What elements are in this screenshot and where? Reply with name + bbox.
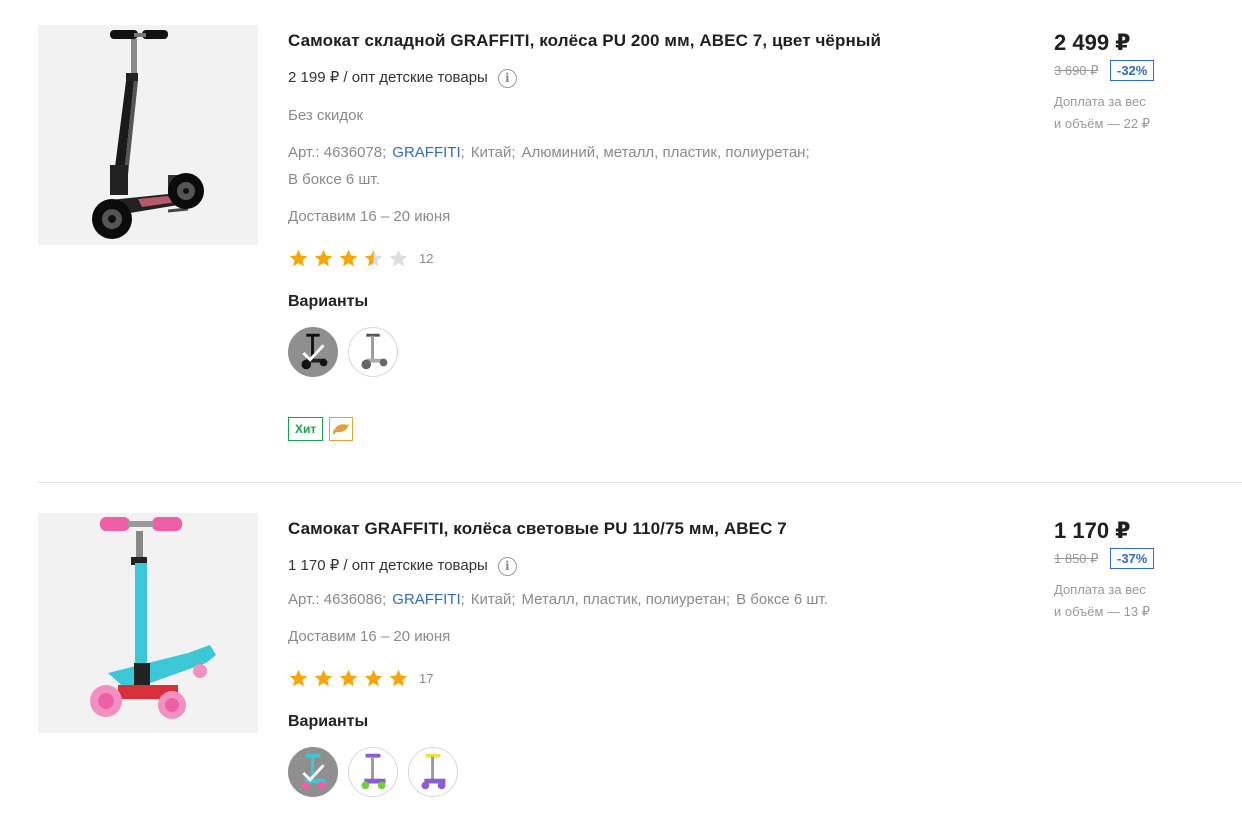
delivery-dates: Доставим 16 – 20 июня [288,208,451,225]
wholesale-price-row: 1 170 ₽ / опт детские товары i [288,556,988,576]
rating[interactable]: 17 [288,668,988,689]
discount-badge: -37% [1110,548,1155,569]
article-number: Арт.: 4636078; [288,144,387,161]
rating-count[interactable]: 12 [419,251,433,266]
old-price-row: 3 690 ₽ -32% [1054,60,1224,81]
star-icon [314,249,333,267]
country: Китай; [470,591,516,608]
brand-separator: ; [460,591,465,608]
material: Алюминий, металл, пластик, полиуретан; [521,144,810,161]
price-block: 1 170 ₽ 1 850 ₽ -37% Доплата за вес и об… [1054,518,1224,623]
surcharge-note: Доплата за вес и объём — 13 ₽ [1054,579,1174,623]
country: Китай; [470,144,516,161]
badges: Хит [288,417,988,441]
product-image[interactable] [38,513,258,733]
info-circle-icon[interactable]: i [497,68,517,88]
star-icon [389,249,408,267]
surcharge-line-1: Доплата за вес [1054,94,1146,109]
info-circle-icon[interactable]: i [497,556,517,576]
price-block: 2 499 ₽ 3 690 ₽ -32% Доплата за вес и об… [1054,30,1224,135]
wholesale-price-row: 2 199 ₽ / опт детские товары i [288,68,988,88]
brand-link[interactable]: GRAFFITI [392,144,460,161]
star-icon [339,669,358,687]
box-quantity: В боксе 6 шт. [288,171,380,188]
wholesale-price: 1 170 ₽ / опт детские товары [288,557,488,574]
variants-label: Варианты [288,713,369,730]
price: 1 170 ₽ [1054,518,1131,543]
variants-list [288,327,988,377]
brand-separator: ; [460,144,465,161]
product-title[interactable]: Самокат GRAFFITI, колёса световые PU 110… [288,518,988,540]
badge-hit: Хит [288,417,324,441]
variant-silver[interactable] [348,327,398,377]
article-number: Арт.: 4636086; [288,591,387,608]
price: 2 499 ₽ [1054,30,1131,55]
discount-badge: -32% [1110,60,1155,81]
star-icon [389,669,408,687]
product-info: Самокат складной GRAFFITI, колёса PU 200… [288,30,988,441]
old-price: 1 850 ₽ [1054,550,1099,566]
star-icon [364,669,383,687]
variant-blue-selected[interactable] [288,747,338,797]
variants-label: Варианты [288,293,369,310]
old-price: 3 690 ₽ [1054,62,1099,78]
discount-note: Без скидок [288,107,363,124]
star-icon [314,669,333,687]
star-icon [289,669,308,687]
product-meta: Арт.: 4636078; GRAFFITI; Китай; Алюминий, м… [288,139,988,193]
wholesale-price: 2 199 ₽ / опт детские товары [288,69,488,86]
surcharge-line-1: Доплата за вес [1054,582,1146,597]
old-price-row: 1 850 ₽ -37% [1054,548,1224,569]
brand-link[interactable]: GRAFFITI [392,591,460,608]
product-info: Самокат GRAFFITI, колёса световые PU 110… [288,518,988,797]
product-image[interactable] [38,25,258,245]
star-icon [339,249,358,267]
surcharge-note: Доплата за вес и объём — 22 ₽ [1054,91,1174,135]
star-icon [364,249,383,267]
box-quantity: В боксе 6 шт. [736,591,828,608]
product-title[interactable]: Самокат складной GRAFFITI, колёса PU 200… [288,30,988,52]
rating[interactable]: 12 [288,248,988,269]
variant-purple[interactable] [348,747,398,797]
delivery-dates: Доставим 16 – 20 июня [288,628,451,645]
surcharge-line-2: и объём — 13 ₽ [1054,604,1150,619]
rating-count[interactable]: 17 [419,671,433,686]
variants-list [288,747,988,797]
surcharge-line-2: и объём — 22 ₽ [1054,116,1150,131]
variant-black-selected[interactable] [288,327,338,377]
dolphin-icon [329,417,354,441]
material: Металл, пластик, полиуретан; [521,591,731,608]
product-card: Самокат GRAFFITI, колёса световые PU 110… [0,483,1242,839]
product-card: Самокат складной GRAFFITI, колёса PU 200… [0,0,1242,482]
star-icon [289,249,308,267]
variant-yellow[interactable] [408,747,458,797]
product-meta: Арт.: 4636086; GRAFFITI; Китай; Металл, пла… [288,586,988,613]
